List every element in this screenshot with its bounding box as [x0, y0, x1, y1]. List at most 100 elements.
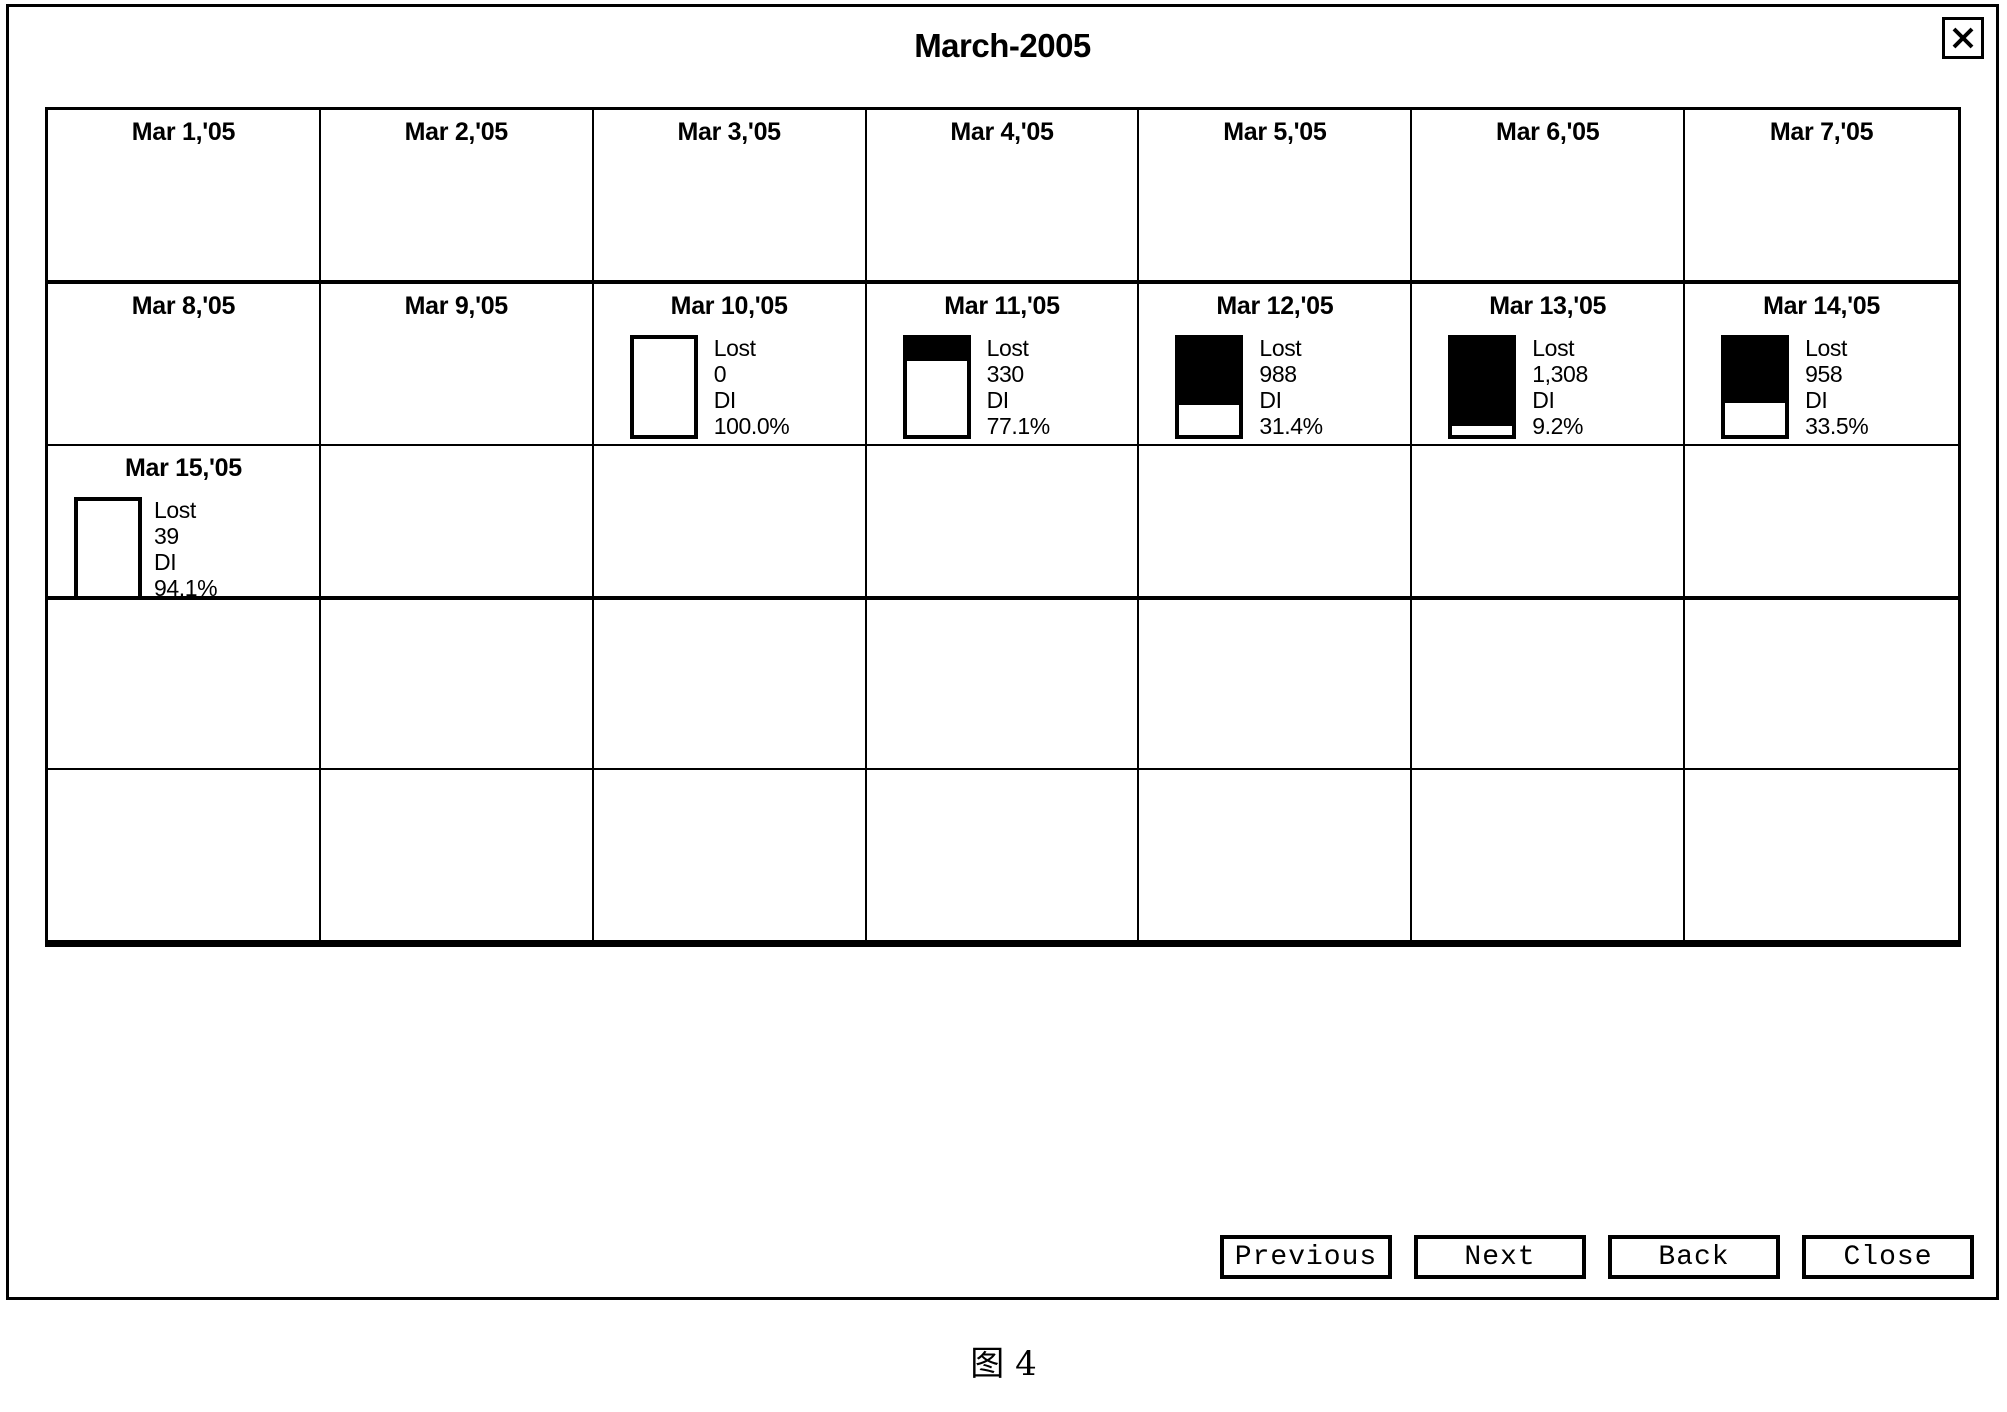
lost-value: 1,308: [1532, 361, 1588, 387]
day-metrics: Lost 1,308 DI 9.2%: [1412, 319, 1683, 439]
calendar-day-cell[interactable]: Mar 7,'05: [1685, 110, 1958, 284]
day-metrics: Lost 0 DI 100.0%: [594, 319, 865, 439]
di-gauge-icon: [1175, 335, 1244, 439]
lost-label: Lost: [154, 497, 196, 523]
dialog-button-bar: Previous Next Back Close: [45, 1233, 1974, 1281]
day-stats: Lost 330 DI 77.1%: [986, 335, 1051, 439]
lost-value: 988: [1259, 361, 1297, 387]
calendar-day-cell[interactable]: [593, 600, 867, 770]
figure-caption: 图 4: [970, 1344, 1037, 1384]
calendar-day-cell[interactable]: [866, 770, 1140, 940]
close-x-icon[interactable]: [1942, 17, 1984, 59]
day-date-label: [867, 600, 1138, 610]
calendar-day-cell[interactable]: [1685, 770, 1958, 940]
day-date-label: Mar 15,'05: [124, 454, 242, 482]
day-date-label: Mar 1,'05: [131, 118, 236, 146]
calendar-day-cell[interactable]: [320, 446, 594, 600]
back-button[interactable]: Back: [1608, 1235, 1780, 1279]
day-date-label: [867, 446, 1138, 456]
day-stats: Lost 1,308 DI 9.2%: [1532, 335, 1588, 439]
calendar-dialog: March-2005 Mar 1,'05 Mar 2,'05 Mar 3,'05 Ma…: [6, 4, 1999, 1300]
di-label: DI: [713, 387, 737, 413]
calendar-day-cell[interactable]: Mar 12,'05 Lost 988 DI 31.4%: [1139, 284, 1413, 446]
day-date-label: [48, 770, 319, 780]
calendar-day-cell[interactable]: [48, 600, 321, 770]
calendar-day-cell[interactable]: Mar 10,'05 Lost 0 DI 100.0%: [593, 284, 867, 446]
calendar-day-cell[interactable]: Mar 9,'05: [320, 284, 594, 446]
day-date-label: Mar 2,'05: [404, 118, 509, 146]
calendar-day-cell[interactable]: Mar 11,'05 Lost 330 DI 77.1%: [866, 284, 1140, 446]
di-gauge-icon: [74, 497, 142, 596]
di-gauge-icon: [1448, 335, 1517, 439]
calendar-day-cell[interactable]: [48, 770, 321, 940]
day-date-label: [321, 446, 592, 456]
day-date-label: Mar 13,'05: [1489, 292, 1607, 320]
di-gauge-fill: [1452, 339, 1513, 427]
calendar-day-cell[interactable]: [1412, 770, 1686, 940]
calendar-day-cell[interactable]: [1412, 600, 1686, 770]
calendar-day-cell[interactable]: Mar 6,'05: [1412, 110, 1686, 284]
day-date-label: [1685, 600, 1958, 610]
calendar-day-cell[interactable]: Mar 8,'05: [48, 284, 321, 446]
di-value: 33.5%: [1805, 413, 1869, 439]
day-date-label: Mar 14,'05: [1763, 292, 1881, 320]
day-date-label: [48, 600, 319, 610]
calendar-day-cell[interactable]: [1139, 446, 1413, 600]
calendar-day-cell[interactable]: [1412, 446, 1686, 600]
lost-value: 39: [154, 523, 179, 549]
day-date-label: Mar 10,'05: [670, 292, 788, 320]
day-date-label: [594, 446, 865, 456]
day-date-label: Mar 9,'05: [404, 292, 509, 320]
calendar-day-cell[interactable]: [866, 600, 1140, 770]
lost-label: Lost: [1805, 335, 1848, 361]
day-date-label: Mar 7,'05: [1769, 118, 1874, 146]
di-label: DI: [1805, 387, 1828, 413]
day-date-label: [1139, 770, 1410, 780]
previous-button[interactable]: Previous: [1220, 1235, 1392, 1279]
lost-label: Lost: [1259, 335, 1302, 361]
day-metrics: Lost 958 DI 33.5%: [1685, 319, 1958, 439]
day-date-label: [594, 770, 865, 780]
calendar-day-cell[interactable]: [1139, 600, 1413, 770]
day-date-label: Mar 8,'05: [131, 292, 236, 320]
calendar-day-cell[interactable]: [1139, 770, 1413, 940]
calendar-day-cell[interactable]: Mar 4,'05: [866, 110, 1140, 284]
di-value: 77.1%: [986, 413, 1051, 439]
lost-value: 330: [986, 361, 1025, 387]
calendar-day-cell[interactable]: [866, 446, 1140, 600]
day-stats: Lost 39 DI 94.1%: [154, 497, 218, 596]
di-value: 100.0%: [713, 413, 790, 439]
calendar-day-cell[interactable]: [593, 770, 867, 940]
di-label: DI: [1532, 387, 1555, 413]
di-gauge-icon: [902, 335, 971, 439]
day-date-label: [1685, 770, 1958, 780]
calendar-day-cell[interactable]: [320, 770, 594, 940]
day-date-label: [1139, 600, 1410, 610]
calendar-day-cell[interactable]: [1685, 446, 1958, 600]
day-date-label: [594, 600, 865, 610]
calendar-day-cell[interactable]: Mar 5,'05: [1139, 110, 1413, 284]
di-gauge-fill: [1179, 339, 1240, 406]
calendar-day-cell[interactable]: Mar 2,'05: [320, 110, 594, 284]
calendar-day-cell[interactable]: [1685, 600, 1958, 770]
calendar-day-cell[interactable]: Mar 13,'05 Lost 1,308 DI 9.2%: [1412, 284, 1686, 446]
day-date-label: [1685, 446, 1958, 456]
day-date-label: [1412, 446, 1683, 456]
calendar-day-cell[interactable]: Mar 14,'05 Lost 958 DI 33.5%: [1685, 284, 1958, 446]
day-date-label: [1412, 600, 1683, 610]
calendar-day-cell[interactable]: Mar 3,'05: [593, 110, 867, 284]
calendar-day-cell[interactable]: [320, 600, 594, 770]
day-date-label: Mar 12,'05: [1216, 292, 1334, 320]
calendar-day-cell[interactable]: Mar 1,'05: [48, 110, 321, 284]
day-stats: Lost 0 DI 100.0%: [714, 335, 790, 439]
day-date-label: Mar 3,'05: [677, 118, 781, 146]
dialog-titlebar: March-2005: [9, 7, 1996, 93]
lost-label: Lost: [713, 335, 756, 361]
close-button[interactable]: Close: [1802, 1235, 1974, 1279]
day-metrics: Lost 330 DI 77.1%: [867, 319, 1138, 439]
di-gauge-icon: [1721, 335, 1790, 439]
day-date-label: [867, 770, 1138, 780]
next-button[interactable]: Next: [1414, 1235, 1586, 1279]
calendar-day-cell[interactable]: [593, 446, 867, 600]
calendar-day-cell[interactable]: Mar 15,'05 Lost 39 DI 94.1%: [48, 446, 321, 600]
